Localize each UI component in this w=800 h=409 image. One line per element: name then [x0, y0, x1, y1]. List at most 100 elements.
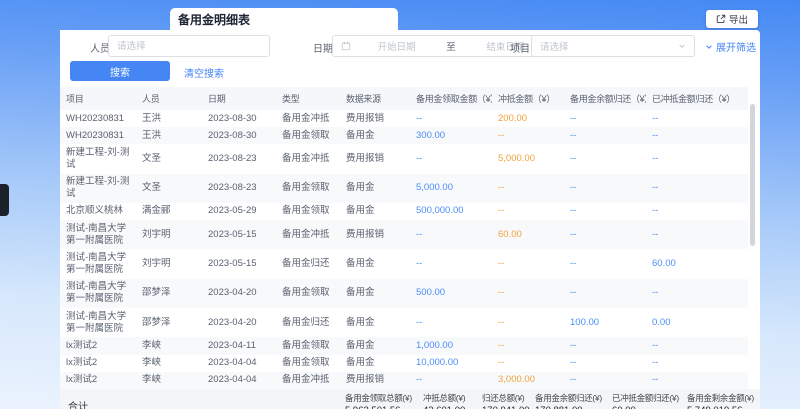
column-header: 人员: [136, 87, 202, 110]
person-select-input[interactable]: [109, 36, 269, 56]
cell-balance_return: --: [564, 355, 646, 372]
drawer-handle[interactable]: [0, 184, 9, 216]
totals-row: 合计 备用金领取总额(¥)5,963,501.56冲抵总额(¥)43,601.0…: [60, 389, 760, 409]
table-row: 北京顺义桃林满金郦2023-05-29备用金领取备用金500,000.00---…: [60, 203, 748, 220]
main-panel: 人员 日期 开始日期 至 结束日期 项目 请选择: [60, 30, 760, 398]
cell-project: 测试-南昌大学第一附属医院: [60, 249, 136, 278]
cell-project: lx测试2: [60, 372, 136, 389]
cell-source: 备用金: [340, 308, 410, 337]
cell-person: 李峡: [136, 372, 202, 389]
column-header: 已冲抵金额归还（¥）: [646, 87, 748, 110]
cell-project: 新建工程-刘-测试: [60, 174, 136, 203]
cell-source: 备用金: [340, 279, 410, 308]
cell-offset: --: [492, 127, 564, 144]
column-header: 数据来源: [340, 87, 410, 110]
cell-offset: --: [492, 203, 564, 220]
cell-source: 费用报销: [340, 372, 410, 389]
table-row: 测试-南昌大学第一附属医院邵梦泽2023-04-20备用金领取备用金500.00…: [60, 279, 748, 308]
expand-chevron-icon: [705, 43, 713, 51]
cell-offset_return: --: [646, 203, 748, 220]
cell-balance_return: --: [564, 203, 646, 220]
cell-date: 2023-08-23: [202, 144, 276, 173]
totals-items: 备用金领取总额(¥)5,963,501.56冲抵总额(¥)43,601.00归还…: [345, 392, 760, 409]
table-row: WH20230831王洪2023-08-30备用金领取备用金300.00----…: [60, 127, 748, 144]
cell-offset: --: [492, 249, 564, 278]
cell-offset_return: --: [646, 372, 748, 389]
cell-project: lx测试2: [60, 337, 136, 354]
cell-date: 2023-04-04: [202, 372, 276, 389]
cell-received: 300.00: [410, 127, 492, 144]
project-select-field[interactable]: 请选择: [531, 35, 695, 57]
cell-source: 费用报销: [340, 220, 410, 249]
cell-type: 备用金冲抵: [276, 110, 340, 127]
cell-offset_return: --: [646, 337, 748, 354]
cell-project: 测试-南昌大学第一附属医院: [60, 279, 136, 308]
cell-offset_return: --: [646, 127, 748, 144]
cell-offset_return: --: [646, 174, 748, 203]
total-item: 备用金余额归还(¥)170,881.00: [535, 392, 612, 409]
person-filter-label: 人员: [90, 40, 110, 55]
table-row: 测试-南昌大学第一附属医院刘宇明2023-05-15备用金冲抵费用报销--60.…: [60, 220, 748, 249]
cell-date: 2023-08-30: [202, 127, 276, 144]
cell-type: 备用金领取: [276, 127, 340, 144]
cell-balance_return: --: [564, 279, 646, 308]
cell-type: 备用金归还: [276, 308, 340, 337]
cell-balance_return: --: [564, 174, 646, 203]
table-row: 测试-南昌大学第一附属医院邵梦泽2023-04-20备用金归还备用金----10…: [60, 308, 748, 337]
cell-person: 李峡: [136, 355, 202, 372]
cell-received: 500.00: [410, 279, 492, 308]
project-select-placeholder: 请选择: [540, 39, 569, 53]
cell-type: 备用金冲抵: [276, 220, 340, 249]
cell-date: 2023-05-15: [202, 249, 276, 278]
expand-filters-label: 展开筛选: [716, 39, 756, 54]
total-item: 已冲抵金额归还(¥)60.00: [612, 392, 687, 409]
cell-source: 备用金: [340, 203, 410, 220]
cell-date: 2023-05-15: [202, 220, 276, 249]
cell-offset_return: --: [646, 110, 748, 127]
cell-offset: 60.00: [492, 220, 564, 249]
cell-balance_return: --: [564, 220, 646, 249]
cell-person: 王洪: [136, 110, 202, 127]
cell-received: 500,000.00: [410, 203, 492, 220]
cell-date: 2023-04-04: [202, 355, 276, 372]
cell-person: 邵梦泽: [136, 308, 202, 337]
table-row: WH20230831王洪2023-08-30备用金冲抵费用报销--200.00-…: [60, 110, 748, 127]
cell-project: lx测试2: [60, 355, 136, 372]
table-header-row: 项目人员日期类型数据来源备用金领取金额（¥）冲抵金额（¥）备用金余额归还（¥）已…: [60, 87, 748, 110]
vertical-scrollbar-thumb[interactable]: [750, 104, 755, 246]
cell-offset: --: [492, 308, 564, 337]
total-item: 冲抵总额(¥)43,601.00: [423, 392, 482, 409]
cell-date: 2023-08-23: [202, 174, 276, 203]
totals-label: 合计: [68, 398, 88, 409]
tab-petty-cash-detail[interactable]: 备用金明细表: [170, 8, 398, 30]
cell-offset: --: [492, 337, 564, 354]
detail-table: 项目人员日期类型数据来源备用金领取金额（¥）冲抵金额（¥）备用金余额归还（¥）已…: [60, 87, 748, 389]
export-button[interactable]: 导出: [706, 10, 758, 28]
cell-offset: 3,000.00: [492, 372, 564, 389]
table-row: 测试-南昌大学第一附属医院刘宇明2023-05-15备用金归还备用金------…: [60, 249, 748, 278]
cell-type: 备用金领取: [276, 355, 340, 372]
cell-project: 北京顺义桃林: [60, 203, 136, 220]
column-header: 冲抵金额（¥）: [492, 87, 564, 110]
cell-person: 邵梦泽: [136, 279, 202, 308]
cell-person: 李峡: [136, 337, 202, 354]
cell-received: --: [410, 372, 492, 389]
date-filter-label: 日期: [313, 40, 333, 55]
cell-person: 刘宇明: [136, 220, 202, 249]
cell-offset: --: [492, 355, 564, 372]
cell-person: 文圣: [136, 144, 202, 173]
column-header: 项目: [60, 87, 136, 110]
clear-search-link[interactable]: 清空搜索: [184, 65, 224, 80]
search-button[interactable]: 搜索: [70, 61, 170, 81]
cell-date: 2023-04-20: [202, 308, 276, 337]
cell-person: 满金郦: [136, 203, 202, 220]
start-date-placeholder[interactable]: 开始日期: [351, 39, 442, 53]
cell-person: 文圣: [136, 174, 202, 203]
date-range-to-label: 至: [442, 39, 460, 53]
person-select-field[interactable]: [108, 35, 270, 57]
project-filter-label: 项目: [510, 40, 530, 55]
cell-source: 费用报销: [340, 110, 410, 127]
expand-filters-link[interactable]: 展开筛选: [705, 39, 756, 54]
cell-received: --: [410, 220, 492, 249]
cell-balance_return: --: [564, 372, 646, 389]
